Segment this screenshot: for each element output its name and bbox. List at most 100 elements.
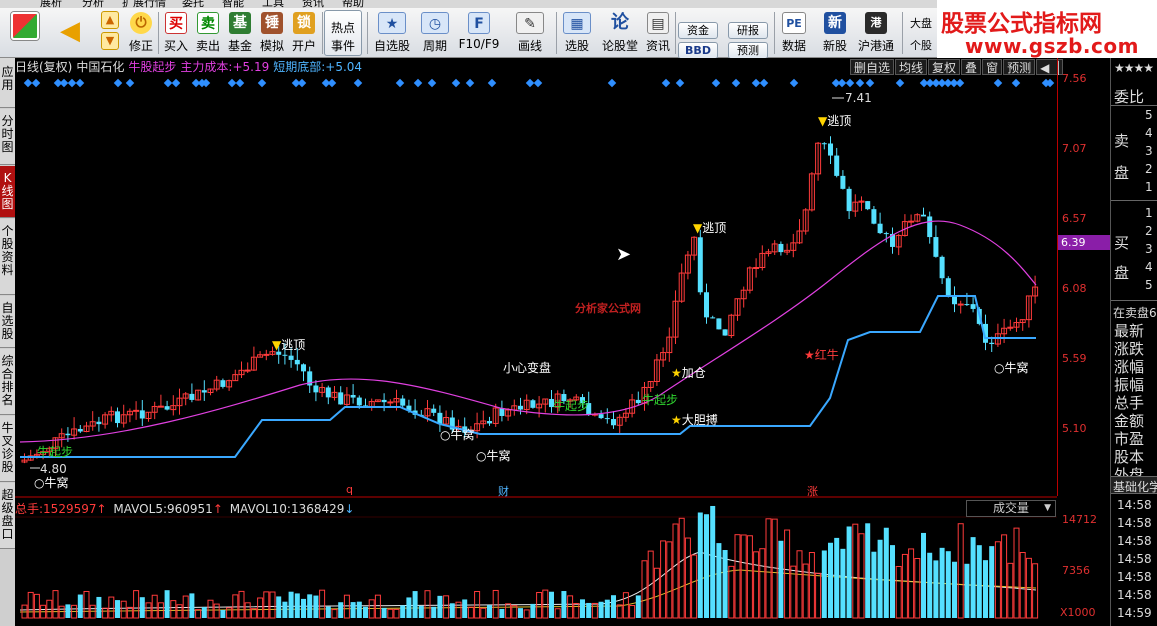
volume-bar [852, 523, 859, 619]
volume-bar [939, 547, 945, 618]
overlay-button[interactable]: 叠 [961, 59, 982, 75]
signal-diamond [257, 78, 267, 88]
adjust-button[interactable]: 复权 [928, 59, 961, 75]
volume-bar [933, 560, 939, 618]
watermark-text: 分析家公式网 [575, 302, 641, 315]
weibi-label: 委比 [1114, 88, 1145, 106]
volume-bar [765, 518, 772, 619]
ma-button[interactable]: 均线 [895, 59, 928, 75]
tick-time: 14:58 [1117, 516, 1152, 530]
tick-time: 14:59 [1117, 606, 1152, 620]
candle-body [871, 209, 877, 224]
candle-body [356, 397, 362, 406]
volume-bar [952, 561, 957, 618]
volume-bar [921, 532, 926, 618]
forecast-toggle[interactable]: 预测 [1003, 59, 1036, 75]
volume-bar [176, 604, 183, 619]
candle-body [263, 353, 270, 356]
price-tick: 6.08 [1062, 282, 1087, 295]
mavol5-line [19, 551, 1037, 611]
volume-bar [691, 554, 698, 619]
volume-bar [269, 591, 276, 619]
bottom-value: +5.04 [325, 60, 363, 74]
sell-side-label: 盘 [1114, 164, 1130, 182]
volume-bar [164, 590, 170, 618]
signal-diamond [751, 78, 761, 88]
volume-bar [591, 602, 598, 619]
event-marker-finance[interactable]: 财 [498, 483, 509, 499]
volume-bar [1032, 563, 1039, 619]
volume-bar [523, 609, 530, 619]
bull-start-signal: 牛起步 [37, 445, 74, 459]
candle-body [970, 304, 976, 309]
volume-bar [877, 539, 883, 618]
volume-bar [871, 551, 877, 618]
volume-bar [133, 590, 140, 619]
volume-bar [412, 591, 418, 618]
signal-diamond [163, 78, 173, 88]
signal-diamond [675, 78, 685, 88]
volume-unit: X1000 [1060, 606, 1096, 619]
volume-bar [927, 552, 933, 618]
volume-bar [201, 607, 207, 618]
candle-body [604, 418, 610, 420]
event-marker-rise[interactable]: 涨 [807, 483, 818, 499]
signal-diamond [353, 78, 363, 88]
volume-bar [573, 602, 580, 619]
volume-bar [195, 609, 202, 619]
price-tick: 5.59 [1062, 352, 1087, 365]
signal-diamond [125, 78, 135, 88]
remove-watch-button[interactable]: 删自选 [850, 59, 895, 75]
volume-bar [1001, 534, 1008, 619]
candle-body [865, 201, 871, 210]
volume-bar [393, 608, 400, 619]
candle-body [201, 390, 207, 393]
price-tick: 7.07 [1062, 142, 1087, 155]
signal-diamond [731, 78, 741, 88]
event-marker-q[interactable]: q [346, 483, 353, 496]
window-button[interactable]: 窗 [982, 59, 1003, 75]
signal-diamond [451, 78, 461, 88]
volume-bar [808, 552, 815, 619]
volume-bar [561, 591, 567, 618]
candle-body [883, 233, 889, 235]
candle-body [945, 278, 951, 296]
volume-bar [505, 603, 512, 619]
candle-body [431, 408, 437, 413]
volume-bar [554, 608, 561, 619]
volume-bar [276, 596, 282, 618]
candle-body [530, 400, 536, 408]
volume-bar [840, 548, 846, 618]
volume-bar [139, 597, 145, 618]
signal-diamond [837, 78, 847, 88]
volume-bar [83, 590, 90, 619]
signal-diamond [67, 78, 77, 88]
mouse-cursor-icon: ➤ [616, 244, 632, 265]
candle-body [908, 220, 915, 223]
volume-bar [740, 534, 747, 619]
volume-bar [604, 599, 610, 618]
signal-diamond [789, 78, 799, 88]
quote-panel: ★★★★ 委比 卖 盘 5 4 3 2 1 买 盘 1 2 3 4 5 在卖盘6… [1110, 58, 1157, 626]
section-label[interactable]: 基础化学 [1113, 478, 1157, 495]
signal-diamond [327, 78, 337, 88]
volume-bar [406, 597, 412, 618]
candle-body [65, 433, 71, 436]
candle-body [350, 394, 356, 398]
volume-bar [660, 540, 667, 619]
candle-body [828, 143, 833, 156]
volume-bar [226, 607, 233, 619]
signal-diamond [395, 78, 405, 88]
support-line [20, 295, 1036, 458]
candle-body [518, 405, 523, 410]
volume-indicator-select[interactable]: 成交量 ▼ [966, 500, 1056, 517]
indicator-name[interactable]: 牛股起步 [128, 60, 176, 74]
volume-bar [325, 606, 331, 618]
volume-bar [343, 594, 350, 619]
period-label[interactable]: 日线(复权) [15, 60, 72, 74]
stock-name: 中国石化 [76, 60, 125, 74]
volume-bar [586, 602, 592, 618]
volume-bar [883, 527, 889, 618]
bold-bet-signal: ★大胆搏 [671, 413, 718, 427]
bull-nest-signal: ○牛窝 [994, 361, 1029, 375]
